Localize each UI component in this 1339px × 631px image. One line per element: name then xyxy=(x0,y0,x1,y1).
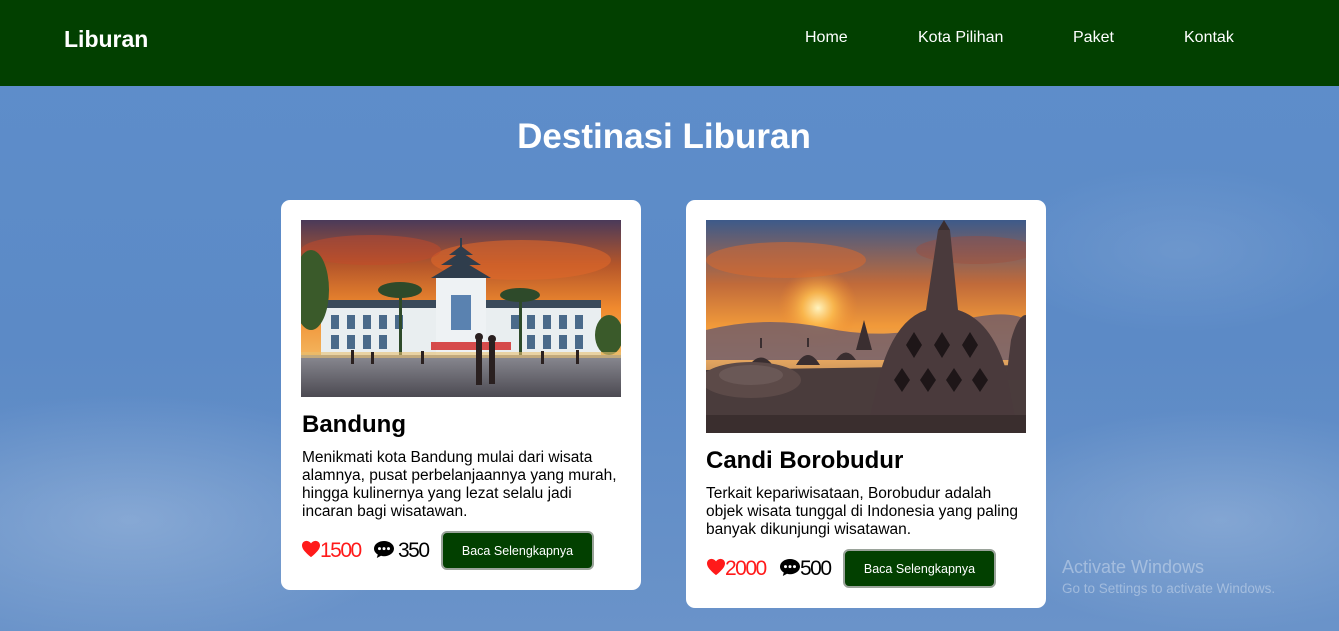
activate-windows-watermark: Activate Windows xyxy=(1062,557,1205,577)
activate-windows-hint: Go to Settings to activate Windows. xyxy=(1062,581,1276,596)
read-more-button[interactable]: Baca Selengkapnya xyxy=(441,531,594,570)
comment-icon[interactable] xyxy=(779,558,801,582)
sky-background xyxy=(0,0,1339,631)
like-count: 1500 xyxy=(320,539,362,562)
card-stats: 1500 350 Baca Selengkapnya xyxy=(301,531,621,570)
card-stats: 2000 500 Baca Selengkapnya xyxy=(706,549,1026,588)
nav-home[interactable]: Home xyxy=(805,29,848,47)
heart-icon[interactable] xyxy=(706,558,726,581)
read-more-button[interactable]: Baca Selengkapnya xyxy=(843,549,996,588)
heart-icon[interactable] xyxy=(301,540,321,563)
nav-paket[interactable]: Paket xyxy=(1073,29,1114,47)
like-count: 2000 xyxy=(725,557,767,580)
navbar: Liburan Home Kota Pilihan Paket Kontak xyxy=(0,0,1339,86)
card-description: Terkait kepariwisataan, Borobudur adalah… xyxy=(706,485,1018,538)
card-title: Bandung xyxy=(302,411,406,438)
card-title: Candi Borobudur xyxy=(706,447,904,474)
nav-kontak[interactable]: Kontak xyxy=(1184,29,1234,47)
card-description: Menikmati kota Bandung mulai dari wisata… xyxy=(302,449,617,520)
gedung-sate-photo xyxy=(301,220,621,397)
borobudur-stupa-photo xyxy=(706,220,1026,433)
nav-links: Home Kota Pilihan Paket Kontak xyxy=(0,29,1339,49)
nav-kota-pilihan[interactable]: Kota Pilihan xyxy=(918,29,1003,47)
comment-count: 350 xyxy=(398,539,430,562)
comment-icon[interactable] xyxy=(373,540,395,564)
comment-count: 500 xyxy=(800,557,832,580)
destination-card-bandung: Bandung Menikmati kota Bandung mulai dar… xyxy=(281,200,641,590)
destination-card-borobudur: Candi Borobudur Terkait kepariwisataan, … xyxy=(686,200,1046,608)
page-title: Destinasi Liburan xyxy=(517,117,811,156)
